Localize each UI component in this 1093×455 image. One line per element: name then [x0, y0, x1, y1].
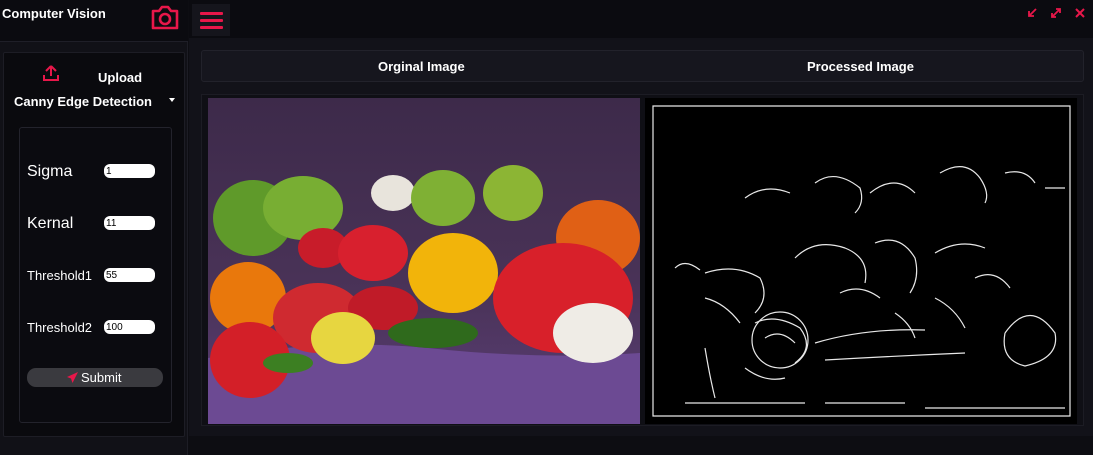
upload-button[interactable]: Upload [4, 61, 186, 87]
hamburger-menu-icon [200, 12, 223, 29]
sigma-input[interactable] [104, 164, 155, 178]
upload-icon [43, 65, 59, 81]
maximize-icon[interactable] [1050, 7, 1062, 19]
images-container [201, 94, 1084, 426]
original-image-header: Orginal Image [378, 59, 465, 74]
processed-image-header: Processed Image [807, 59, 914, 74]
app-title: Computer Vision [2, 6, 106, 21]
threshold1-input[interactable] [104, 268, 155, 282]
menu-button[interactable] [192, 4, 230, 36]
submit-label: Submit [81, 370, 122, 385]
param-label-threshold1: Threshold1 [27, 268, 93, 283]
top-bar [189, 0, 1093, 38]
minimize-icon[interactable] [1026, 7, 1038, 19]
close-icon[interactable] [1074, 7, 1086, 19]
param-label-kernal: Kernal [27, 215, 74, 232]
upload-label: Upload [98, 70, 143, 85]
threshold2-input[interactable] [104, 320, 155, 334]
main-area: Orginal Image Processed Image [189, 38, 1093, 455]
params-box: Sigma Kernal Threshold1 Threshold2 Submi… [19, 127, 172, 423]
controls-panel: Upload Canny Edge Detection Sigma Kernal… [3, 52, 185, 437]
original-image [208, 98, 640, 424]
image-headers: Orginal Image Processed Image [201, 50, 1084, 82]
param-label-threshold2: Threshold2 [27, 320, 93, 335]
param-label-sigma: Sigma [27, 163, 73, 180]
kernal-input[interactable] [104, 216, 155, 230]
app-title-bar: Computer Vision [0, 0, 188, 42]
footer-strip [189, 436, 1093, 455]
camera-icon[interactable] [150, 4, 180, 30]
submit-button[interactable]: Submit [27, 368, 163, 387]
caret-down-icon [169, 98, 175, 102]
send-icon [67, 372, 78, 383]
algorithm-selected: Canny Edge Detection [14, 94, 152, 109]
sidebar: Computer Vision Upload Canny Edge Detect… [0, 0, 188, 455]
processed-image [645, 98, 1077, 424]
algorithm-dropdown[interactable]: Canny Edge Detection [14, 93, 184, 113]
